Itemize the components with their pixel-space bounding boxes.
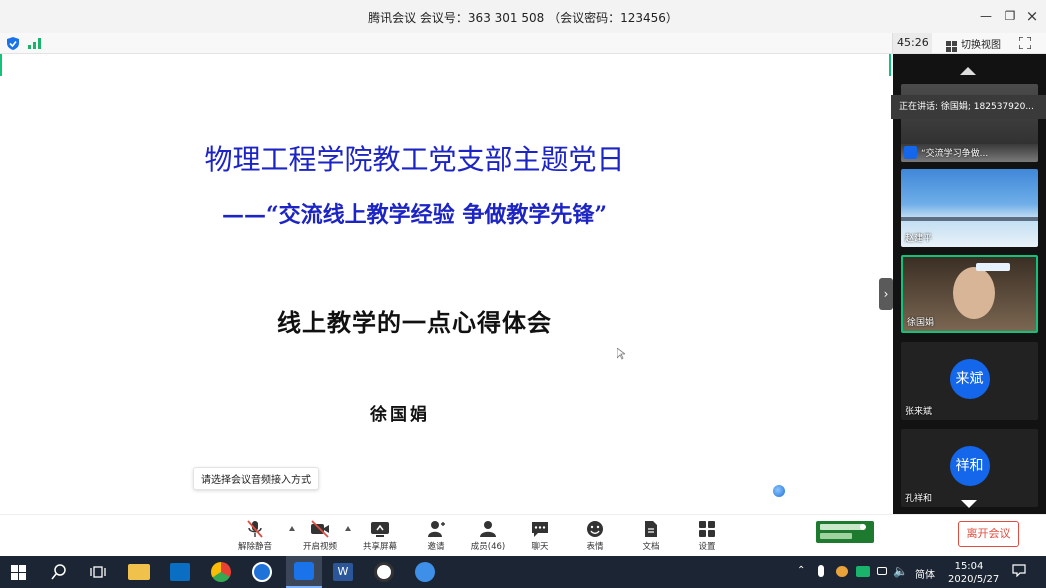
docs-button[interactable]: 文档: [626, 518, 676, 556]
members-button[interactable]: 成员(46): [463, 518, 513, 556]
word-icon[interactable]: W: [333, 563, 353, 581]
mouse-cursor-icon: [617, 348, 625, 360]
avatar: 祥和: [949, 446, 990, 486]
participant-name: 张来斌: [905, 407, 933, 417]
invite-label: 邀请: [427, 542, 445, 552]
clock[interactable]: 15:04 2020/5/27: [948, 560, 1000, 586]
document-icon: [645, 521, 657, 537]
share-screen-label: 共享屏幕: [362, 542, 397, 552]
leave-meeting-button[interactable]: 离开会议: [958, 521, 1019, 547]
tray-wechat-icon[interactable]: [856, 566, 870, 577]
clock-time: 15:04: [954, 561, 984, 572]
slide-author: 徐国娟: [370, 405, 430, 425]
scroll-up-icon[interactable]: [960, 67, 976, 75]
scroll-down-icon[interactable]: [961, 500, 977, 508]
chat-icon: [532, 522, 548, 537]
search-icon[interactable]: [51, 564, 67, 580]
camera-off-icon: [311, 520, 329, 538]
share-border-left: [0, 54, 2, 76]
close-icon[interactable]: ×: [1023, 7, 1041, 25]
window-title: 腾讯会议 会议号：363 301 508 （会议密码：123456）: [368, 11, 678, 25]
share-screen-icon: [371, 522, 389, 537]
avatar: [953, 267, 995, 319]
slide-title: 物理工程学院教工党支部主题党日: [204, 143, 625, 176]
shield-icon[interactable]: [7, 37, 19, 50]
windows-taskbar: [0, 556, 1046, 588]
clock-date: 2020/5/27: [948, 574, 1000, 585]
app-circle-icon[interactable]: [374, 562, 394, 582]
docs-label: 文档: [642, 542, 660, 552]
participant-name: 孔祥和: [905, 494, 933, 504]
speaking-indicator: 正在讲话: 徐国娟; 182537920...: [891, 95, 1046, 119]
slide-topic: 线上教学的一点心得体会: [277, 308, 552, 337]
fullscreen-icon[interactable]: [1019, 37, 1031, 49]
browser-icon[interactable]: [211, 562, 231, 582]
share-screen-button[interactable]: 共享屏幕: [355, 518, 405, 556]
members-label: 成员(46): [470, 542, 506, 552]
signal-icon[interactable]: [28, 38, 41, 49]
invite-user-icon: [428, 521, 445, 537]
audio-join-tooltip[interactable]: 请选择会议音频接入方式: [193, 467, 319, 490]
video-tile-active[interactable]: 徐国娟: [901, 255, 1038, 333]
invite-button[interactable]: 邀请: [411, 518, 461, 556]
tencent-meeting-icon: [294, 562, 314, 580]
app-widget-icon[interactable]: [816, 521, 874, 543]
members-icon: [480, 521, 496, 537]
participant-name: 赵建平: [905, 234, 933, 244]
tray-volume-icon[interactable]: 🔈: [893, 564, 908, 578]
chat-button[interactable]: 聊天: [515, 518, 565, 556]
minimize-icon[interactable]: —: [977, 7, 995, 25]
tray-app-icon[interactable]: [836, 566, 848, 577]
shared-screen: [0, 54, 893, 514]
unmute-label: 解除静音: [237, 542, 272, 552]
host-icon: [904, 146, 917, 159]
floating-ball-icon[interactable]: [773, 485, 785, 497]
meeting-timer: 45:26: [897, 36, 929, 49]
participant-name: “交流学习争做...: [921, 149, 989, 159]
meeting-info-bar: 45:26 切换视图: [0, 33, 1046, 54]
sogou-icon[interactable]: [252, 562, 272, 582]
feishu-icon[interactable]: [415, 562, 435, 582]
restore-icon[interactable]: ❐: [1001, 7, 1019, 25]
tray-battery-icon[interactable]: [877, 567, 887, 575]
mic-muted-icon: [247, 520, 263, 538]
switch-view-button[interactable]: 切换视图: [961, 36, 1001, 51]
task-view-icon[interactable]: [90, 564, 106, 580]
tray-expand-icon[interactable]: ⌃: [797, 565, 805, 576]
unmute-button[interactable]: 解除静音: [230, 518, 280, 556]
video-tile[interactable]: 赵建平: [901, 169, 1038, 247]
emoji-icon: [587, 521, 603, 537]
notification-icon[interactable]: [1012, 564, 1026, 577]
start-video-label: 开启视频: [302, 542, 337, 552]
chat-label: 聊天: [531, 542, 549, 552]
store-icon[interactable]: [170, 563, 190, 581]
ime-indicator[interactable]: 简体: [915, 566, 935, 581]
file-explorer-icon[interactable]: [128, 564, 150, 580]
settings-button[interactable]: 设置: [682, 518, 732, 556]
tray-mic-icon[interactable]: [818, 565, 824, 577]
collapse-sidebar-button[interactable]: ›: [879, 278, 893, 310]
emoji-label: 表情: [586, 542, 604, 552]
share-border-right: [889, 54, 891, 76]
windows-start-icon[interactable]: [11, 565, 26, 580]
settings-icon: [699, 521, 715, 537]
title-bar: 腾讯会议 会议号：363 301 508 （会议密码：123456） — ❐ ×: [0, 0, 1046, 33]
slide-subtitle: ——“交流线上教学经验 争做教学先锋”: [222, 202, 607, 228]
video-options-caret-icon[interactable]: [345, 526, 351, 531]
participant-name: 徐国娟: [907, 318, 935, 328]
video-tile[interactable]: 祥和 孔祥和: [901, 429, 1038, 507]
start-video-button[interactable]: 开启视频: [295, 518, 345, 556]
emoji-button[interactable]: 表情: [570, 518, 620, 556]
settings-label: 设置: [698, 542, 716, 552]
video-tile[interactable]: 来斌 张来斌: [901, 342, 1038, 420]
tencent-meeting-taskbar-button[interactable]: [286, 556, 322, 588]
avatar: 来斌: [949, 359, 990, 399]
